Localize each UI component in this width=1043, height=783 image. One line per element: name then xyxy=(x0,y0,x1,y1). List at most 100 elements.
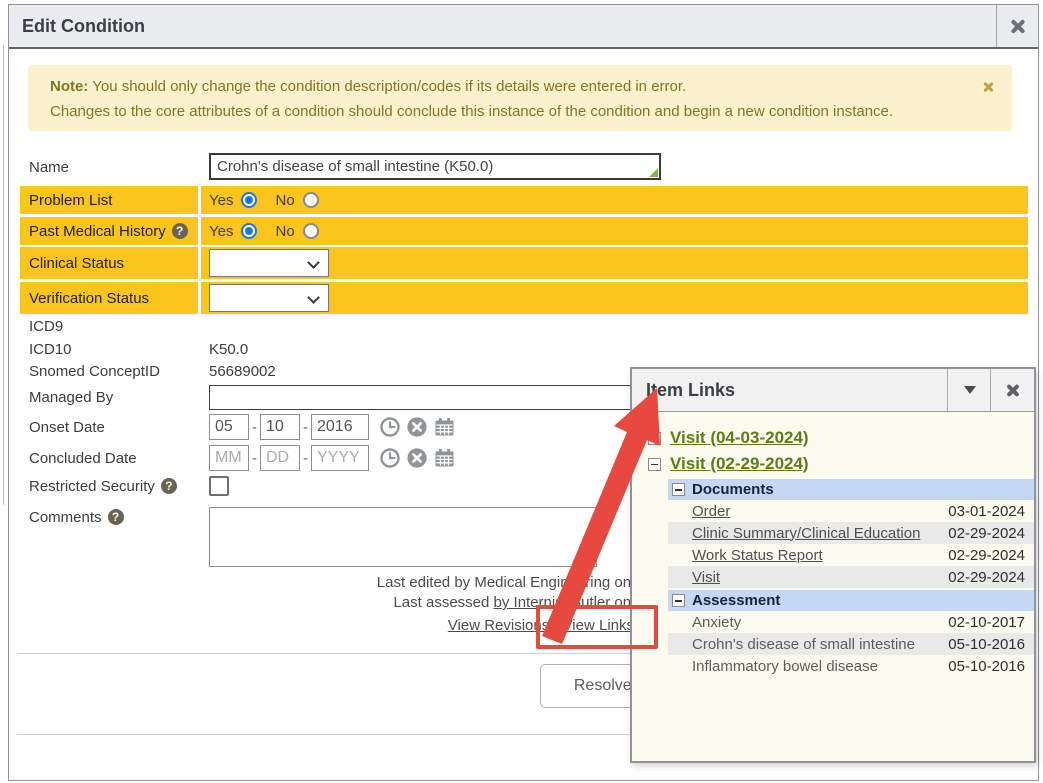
pmh-label: Past Medical History xyxy=(29,223,166,240)
help-icon[interactable]: ? xyxy=(161,478,177,494)
problem-list-label: Problem List xyxy=(29,186,112,214)
clear-date-icon[interactable] xyxy=(406,447,428,469)
item-date: 05-10-2016 xyxy=(948,658,1025,675)
close-icon xyxy=(1009,18,1026,35)
name-row: Name xyxy=(20,152,1028,182)
popup-minimize-button[interactable] xyxy=(947,369,991,411)
date-separator: - xyxy=(303,419,308,436)
item-label[interactable]: Visit xyxy=(692,569,720,586)
section-header-row: Assessment xyxy=(668,590,1034,611)
resize-grip-icon xyxy=(649,168,658,177)
problem-list-yes-radio[interactable] xyxy=(241,192,257,208)
onset-mm-input[interactable] xyxy=(209,414,249,440)
note-label: Note: xyxy=(50,78,88,95)
highlight-cell xyxy=(201,217,1028,245)
note-line2: Changes to the core attributes of a cond… xyxy=(50,103,893,120)
pmh-yes-radio[interactable] xyxy=(241,223,257,239)
name-label: Name xyxy=(29,152,69,182)
clear-date-icon[interactable] xyxy=(406,416,428,438)
comments-textarea[interactable] xyxy=(209,507,597,567)
revision-links-line: View Revisions - View Links xyxy=(200,617,634,634)
help-icon[interactable]: ? xyxy=(172,223,188,239)
item-label[interactable]: Work Status Report xyxy=(692,547,823,564)
note-dismiss-button[interactable] xyxy=(982,80,994,97)
verification-status-label: Verification Status xyxy=(29,282,149,314)
onset-yyyy-input[interactable] xyxy=(311,414,369,440)
item-label[interactable]: Order xyxy=(692,503,730,520)
concluded-yyyy-input[interactable] xyxy=(311,445,369,471)
item-label: Inflammatory bowel disease xyxy=(692,658,878,675)
collapse-icon[interactable] xyxy=(648,432,661,445)
help-icon[interactable]: ? xyxy=(108,509,124,525)
clinical-status-label: Clinical Status xyxy=(29,247,124,279)
section-header-row: Documents xyxy=(668,479,1034,500)
icd10-row: ICD10 K50.0 xyxy=(20,339,1028,359)
item-links-title: Item Links xyxy=(646,369,735,411)
clinical-status-row: Clinical Status xyxy=(20,247,1028,279)
view-links-link[interactable]: View Links xyxy=(563,617,634,634)
calendar-icon[interactable] xyxy=(433,416,456,438)
clock-icon[interactable] xyxy=(379,416,401,438)
clock-icon[interactable] xyxy=(379,447,401,469)
link-item-row: Crohn's disease of small intestine05-10-… xyxy=(668,633,1034,655)
concluded-mm-input[interactable] xyxy=(209,445,249,471)
yes-label: Yes xyxy=(209,223,233,240)
managed-by-input[interactable] xyxy=(209,385,661,410)
note-line1: Note: You should only change the conditi… xyxy=(50,78,686,95)
popup-close-button[interactable] xyxy=(990,369,1034,411)
onset-dd-input[interactable] xyxy=(260,414,300,440)
dialog-title: Edit Condition xyxy=(22,5,145,47)
link-item-row: Inflammatory bowel disease 05-10-2016 xyxy=(668,655,1034,677)
collapse-icon[interactable] xyxy=(648,458,661,471)
close-icon xyxy=(982,81,994,93)
calendar-icon[interactable] xyxy=(433,447,456,469)
page-edge-artifact xyxy=(3,45,4,505)
comments-label: Comments xyxy=(29,509,102,526)
icd10-value: K50.0 xyxy=(209,339,248,359)
item-links-titlebar: Item Links xyxy=(632,369,1034,412)
snomed-label: Snomed ConceptID xyxy=(29,361,160,381)
close-icon xyxy=(1005,383,1020,398)
pmh-no-radio[interactable] xyxy=(303,223,319,239)
item-links-body: Visit (04-03-2024) Visit (02-29-2024) Docu… xyxy=(632,412,1034,761)
last-assessed-user-link[interactable]: by Internist Butler xyxy=(494,594,611,611)
clinical-status-select[interactable] xyxy=(209,249,329,277)
date-separator: - xyxy=(303,450,308,467)
view-revisions-link[interactable]: View Revisions xyxy=(448,617,549,634)
yes-label: Yes xyxy=(209,192,233,209)
section-label: Assessment xyxy=(692,592,780,609)
name-field-wrap xyxy=(209,153,661,180)
dialog-close-button[interactable] xyxy=(997,5,1038,47)
link-item-row: Work Status Report 02-29-2024 xyxy=(668,544,1034,566)
resize-grip-icon xyxy=(584,554,594,564)
verification-status-select[interactable] xyxy=(209,284,329,312)
past-medical-history-row: Past Medical History? Yes No xyxy=(20,217,1028,245)
icd9-row: ICD9 xyxy=(20,316,1028,336)
date-separator: - xyxy=(252,450,257,467)
visit-link[interactable]: Visit (02-29-2024) xyxy=(670,454,809,474)
icd10-label: ICD10 xyxy=(29,339,72,359)
item-date: 05-10-2016 xyxy=(948,636,1025,653)
restricted-security-checkbox[interactable] xyxy=(209,476,229,496)
onset-date-label: Onset Date xyxy=(29,413,105,441)
section-label: Documents xyxy=(692,481,774,498)
no-label: No xyxy=(275,223,294,240)
chevron-down-icon xyxy=(964,386,976,394)
concluded-dd-input[interactable] xyxy=(260,445,300,471)
collapse-icon[interactable] xyxy=(672,483,685,496)
item-label[interactable]: Clinic Summary/Clinical Education xyxy=(692,525,920,542)
verification-status-row: Verification Status xyxy=(20,282,1028,314)
link-item-row: Visit 02-29-2024 xyxy=(668,566,1034,588)
collapse-icon[interactable] xyxy=(672,594,685,607)
item-label: Anxiety xyxy=(692,614,741,631)
dialog-titlebar: Edit Condition xyxy=(9,5,1038,49)
item-date: 02-29-2024 xyxy=(948,547,1025,564)
icd9-label: ICD9 xyxy=(29,316,63,336)
link-item-row: Clinic Summary/Clinical Education02-29-2… xyxy=(668,522,1034,544)
problem-list-row: Problem List Yes No xyxy=(20,186,1028,214)
item-date: 02-29-2024 xyxy=(948,569,1025,586)
problem-list-no-radio[interactable] xyxy=(303,192,319,208)
link-item-row: Anxiety02-10-2017 xyxy=(668,611,1034,633)
name-input[interactable] xyxy=(209,153,661,180)
visit-link[interactable]: Visit (04-03-2024) xyxy=(670,428,809,448)
